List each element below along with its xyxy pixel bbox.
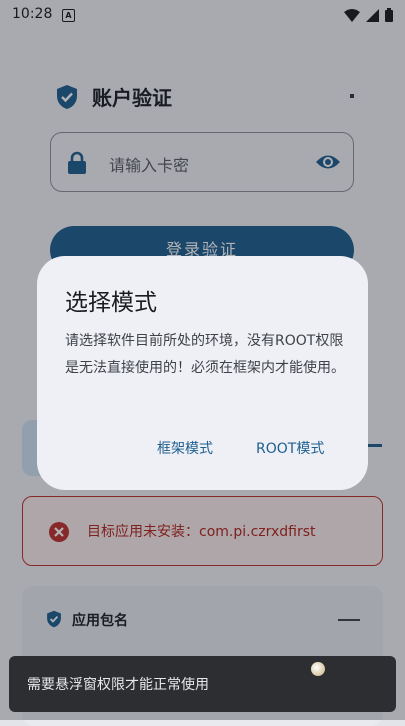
frame-mode-button[interactable]: 框架模式	[157, 438, 213, 458]
mode-dialog: 选择模式 请选择软件目前所处的环境，没有ROOT权限是无法直接使用的！必须在框架…	[37, 256, 368, 490]
floating-ball-icon[interactable]	[311, 662, 325, 676]
dialog-message: 请选择软件目前所处的环境，没有ROOT权限是无法直接使用的！必须在框架内才能使用…	[65, 333, 345, 376]
permission-toast: 需要悬浮窗权限才能正常使用	[9, 656, 396, 712]
toast-message: 需要悬浮窗权限才能正常使用	[27, 677, 209, 693]
dialog-title: 选择模式	[65, 290, 157, 316]
root-mode-button[interactable]: ROOT模式	[256, 438, 324, 458]
